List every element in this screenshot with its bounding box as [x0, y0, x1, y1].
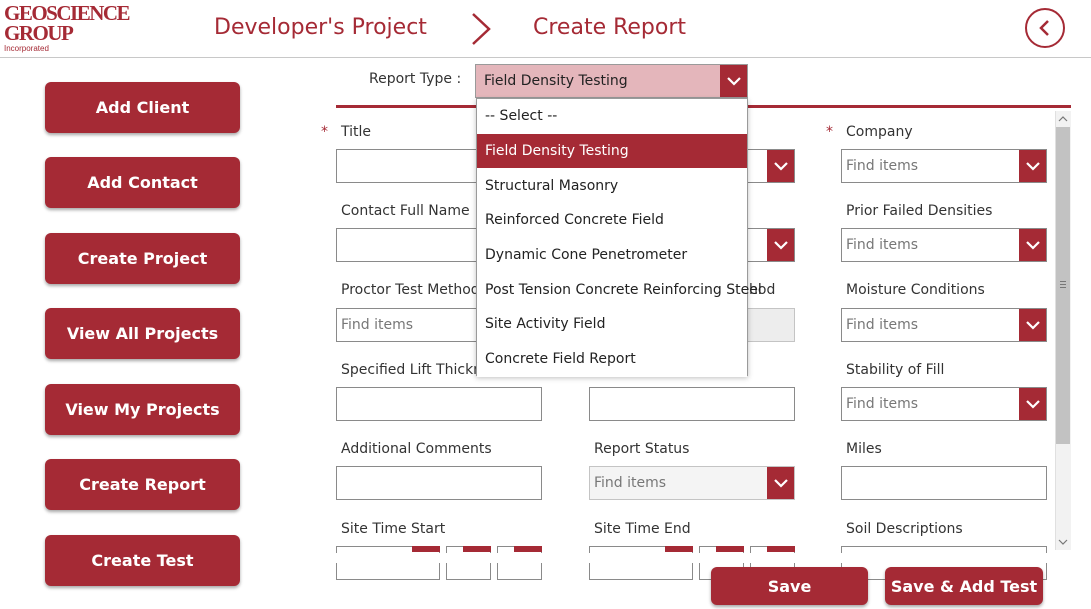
chevron-down-icon[interactable]: [665, 546, 693, 552]
required-mark: *: [826, 124, 833, 140]
site-time-start-label: Site Time Start: [341, 521, 446, 537]
chevron-down-icon: [767, 467, 794, 499]
proctor-test-methods-label: Proctor Test Methods: [341, 282, 487, 298]
contact-full-name-label: Contact Full Name: [341, 203, 470, 219]
report-type-select[interactable]: Field Density Testing: [475, 64, 748, 98]
report-type-dropdown-list[interactable]: -- Select -- Field Density Testing Struc…: [476, 98, 762, 377]
title-label: Title: [341, 124, 372, 140]
prior-failed-densities-select[interactable]: Find items: [841, 228, 1047, 262]
dropdown-option[interactable]: Concrete Field Report: [477, 341, 747, 377]
dropdown-option[interactable]: -- Select --: [477, 99, 747, 134]
chevron-down-icon: [1019, 309, 1046, 341]
additional-comments-input[interactable]: [336, 466, 542, 500]
logo-line2: GROUP: [4, 21, 74, 45]
create-project-button[interactable]: Create Project: [45, 233, 240, 284]
page-title: Create Report: [533, 15, 687, 40]
chevron-right-icon: [470, 12, 492, 50]
report-status-select[interactable]: Find items: [589, 466, 795, 500]
stability-of-fill-select[interactable]: Find items: [841, 387, 1047, 421]
chevron-down-icon[interactable]: [767, 546, 795, 552]
logo-line3: Incorporated: [4, 44, 49, 53]
dropdown-option[interactable]: Structural Masonry: [477, 168, 747, 204]
miles-input[interactable]: [841, 466, 1047, 500]
chevron-down-icon[interactable]: [463, 546, 491, 552]
back-button[interactable]: [1025, 8, 1065, 48]
scroll-down-arrow-icon[interactable]: [1055, 534, 1071, 550]
moisture-conditions-select[interactable]: Find items: [841, 308, 1047, 342]
site-time-end-label: Site Time End: [594, 521, 691, 537]
header-divider: [0, 57, 1091, 58]
scrollbar-thumb[interactable]: [1056, 127, 1070, 444]
breadcrumb-parent[interactable]: Developer's Project: [214, 15, 427, 40]
create-report-button[interactable]: Create Report: [45, 459, 240, 510]
dropdown-option[interactable]: Post Tension Concrete Reinforcing Steel: [477, 272, 762, 308]
chevron-down-icon: [1019, 150, 1046, 182]
create-test-button[interactable]: Create Test: [45, 535, 240, 586]
moisture-conditions-label: Moisture Conditions: [846, 282, 985, 298]
chevron-down-icon: [767, 150, 794, 182]
chevron-left-icon: [1039, 20, 1049, 36]
chevron-down-icon: [1019, 388, 1046, 420]
add-contact-button[interactable]: Add Contact: [45, 157, 240, 208]
required-mark: *: [321, 124, 328, 140]
prior-failed-densities-label: Prior Failed Densities: [846, 203, 993, 219]
company-logo: GEOSCIENCE GROUP Incorporated: [4, 1, 131, 54]
moisture-conditions-placeholder: Find items: [846, 317, 919, 333]
save-add-test-button[interactable]: Save & Add Test: [885, 567, 1043, 605]
company-placeholder: Find items: [846, 158, 919, 174]
chevron-down-icon: [1019, 229, 1046, 261]
dropdown-option[interactable]: Reinforced Concrete Field: [477, 203, 747, 238]
scroll-up-arrow-icon[interactable]: [1055, 111, 1071, 127]
chevron-down-icon: [767, 229, 794, 261]
save-button[interactable]: Save: [711, 567, 868, 605]
scroll-clip: [336, 553, 1056, 563]
view-all-projects-button[interactable]: View All Projects: [45, 308, 240, 359]
report-type-label: Report Type :: [369, 71, 462, 87]
chevron-down-icon[interactable]: [716, 546, 744, 552]
specified-lift-thickness-input[interactable]: [336, 387, 542, 421]
chevron-down-icon: [720, 65, 747, 97]
stability-of-fill-label: Stability of Fill: [846, 362, 945, 378]
soil-descriptions-label: Soil Descriptions: [846, 521, 963, 537]
miles-label: Miles: [846, 441, 882, 457]
dropdown-option[interactable]: Dynamic Cone Penetrometer: [477, 237, 747, 273]
dropdown-option-selected[interactable]: Field Density Testing: [477, 133, 747, 169]
additional-comments-label: Additional Comments: [341, 441, 492, 457]
dropdown-option[interactable]: Site Activity Field: [477, 307, 747, 342]
view-my-projects-button[interactable]: View My Projects: [45, 384, 240, 435]
report-type-value: Field Density Testing: [484, 73, 628, 89]
report-status-label: Report Status: [594, 441, 690, 457]
logo-line1: GEOSCIENCE: [4, 1, 131, 25]
report-status-placeholder: Find items: [594, 475, 667, 491]
column2-row4-input[interactable]: [589, 387, 795, 421]
company-select[interactable]: Find items: [841, 149, 1047, 183]
prior-failed-densities-placeholder: Find items: [846, 237, 919, 253]
stability-of-fill-placeholder: Find items: [846, 396, 919, 412]
chevron-down-icon[interactable]: [514, 546, 542, 552]
add-client-button[interactable]: Add Client: [45, 82, 240, 133]
company-label: Company: [846, 124, 913, 140]
chevron-down-icon[interactable]: [412, 546, 440, 552]
